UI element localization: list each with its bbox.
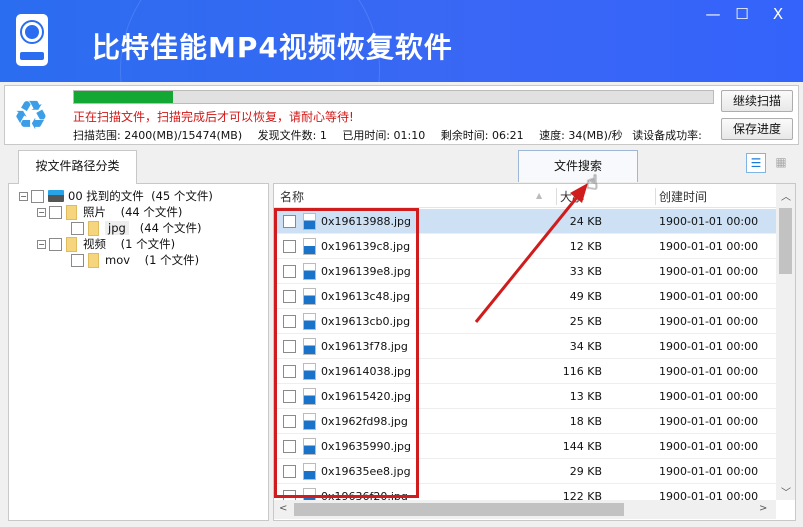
hand-cursor-icon: ☝ xyxy=(586,170,599,194)
tab-by-path[interactable]: 按文件路径分类 xyxy=(18,150,137,184)
annotation-arrow xyxy=(474,183,588,323)
